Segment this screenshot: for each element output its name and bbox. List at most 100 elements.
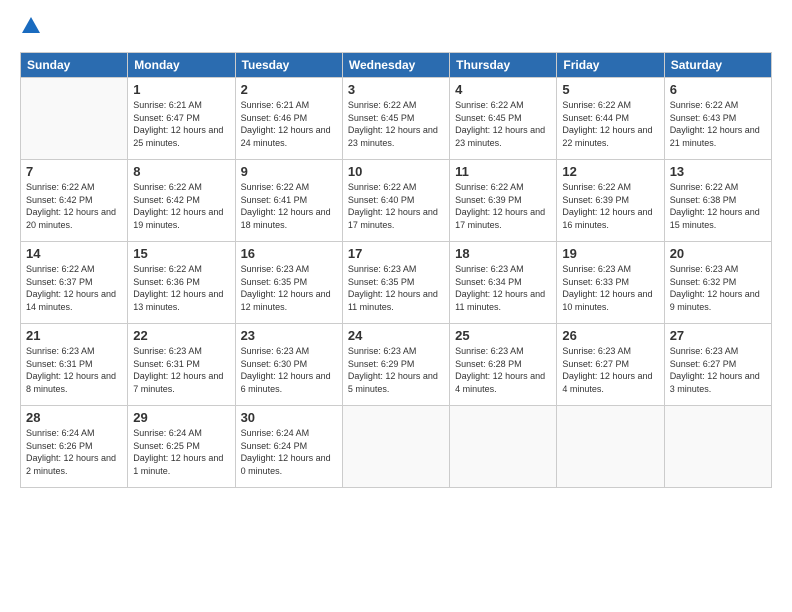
day-number: 9 (241, 164, 337, 179)
cell-info: Sunrise: 6:23 AM Sunset: 6:35 PM Dayligh… (348, 263, 444, 313)
day-number: 18 (455, 246, 551, 261)
day-number: 22 (133, 328, 229, 343)
col-tuesday: Tuesday (235, 53, 342, 78)
sunset-label: Sunset: 6:45 PM (348, 113, 415, 123)
calendar-cell: 1 Sunrise: 6:21 AM Sunset: 6:47 PM Dayli… (128, 78, 235, 160)
daylight-label: Daylight: 12 hours and 17 minutes. (348, 207, 438, 230)
daylight-label: Daylight: 12 hours and 13 minutes. (133, 289, 223, 312)
cell-info: Sunrise: 6:22 AM Sunset: 6:42 PM Dayligh… (26, 181, 122, 231)
cell-info: Sunrise: 6:22 AM Sunset: 6:43 PM Dayligh… (670, 99, 766, 149)
cell-info: Sunrise: 6:22 AM Sunset: 6:45 PM Dayligh… (455, 99, 551, 149)
daylight-label: Daylight: 12 hours and 7 minutes. (133, 371, 223, 394)
calendar-cell: 30 Sunrise: 6:24 AM Sunset: 6:24 PM Dayl… (235, 406, 342, 488)
calendar-cell (342, 406, 449, 488)
cell-info: Sunrise: 6:24 AM Sunset: 6:25 PM Dayligh… (133, 427, 229, 477)
sunrise-label: Sunrise: 6:22 AM (670, 100, 739, 110)
day-number: 6 (670, 82, 766, 97)
calendar-cell: 27 Sunrise: 6:23 AM Sunset: 6:27 PM Dayl… (664, 324, 771, 406)
daylight-label: Daylight: 12 hours and 23 minutes. (455, 125, 545, 148)
calendar-cell: 20 Sunrise: 6:23 AM Sunset: 6:32 PM Dayl… (664, 242, 771, 324)
logo (20, 15, 46, 42)
day-number: 3 (348, 82, 444, 97)
calendar-header-row: Sunday Monday Tuesday Wednesday Thursday… (21, 53, 772, 78)
sunrise-label: Sunrise: 6:23 AM (670, 264, 739, 274)
day-number: 20 (670, 246, 766, 261)
calendar-cell: 22 Sunrise: 6:23 AM Sunset: 6:31 PM Dayl… (128, 324, 235, 406)
daylight-label: Daylight: 12 hours and 16 minutes. (562, 207, 652, 230)
sunset-label: Sunset: 6:40 PM (348, 195, 415, 205)
sunrise-label: Sunrise: 6:22 AM (455, 100, 524, 110)
cell-info: Sunrise: 6:22 AM Sunset: 6:41 PM Dayligh… (241, 181, 337, 231)
sunset-label: Sunset: 6:35 PM (348, 277, 415, 287)
sunset-label: Sunset: 6:42 PM (133, 195, 200, 205)
cell-info: Sunrise: 6:22 AM Sunset: 6:39 PM Dayligh… (562, 181, 658, 231)
cell-info: Sunrise: 6:24 AM Sunset: 6:26 PM Dayligh… (26, 427, 122, 477)
sunrise-label: Sunrise: 6:22 AM (670, 182, 739, 192)
daylight-label: Daylight: 12 hours and 22 minutes. (562, 125, 652, 148)
cell-info: Sunrise: 6:23 AM Sunset: 6:34 PM Dayligh… (455, 263, 551, 313)
cell-info: Sunrise: 6:24 AM Sunset: 6:24 PM Dayligh… (241, 427, 337, 477)
col-wednesday: Wednesday (342, 53, 449, 78)
day-number: 30 (241, 410, 337, 425)
sunrise-label: Sunrise: 6:22 AM (455, 182, 524, 192)
day-number: 16 (241, 246, 337, 261)
cell-info: Sunrise: 6:23 AM Sunset: 6:27 PM Dayligh… (670, 345, 766, 395)
calendar-cell: 26 Sunrise: 6:23 AM Sunset: 6:27 PM Dayl… (557, 324, 664, 406)
day-number: 29 (133, 410, 229, 425)
calendar-cell: 29 Sunrise: 6:24 AM Sunset: 6:25 PM Dayl… (128, 406, 235, 488)
daylight-label: Daylight: 12 hours and 23 minutes. (348, 125, 438, 148)
sunset-label: Sunset: 6:35 PM (241, 277, 308, 287)
sunset-label: Sunset: 6:38 PM (670, 195, 737, 205)
sunrise-label: Sunrise: 6:23 AM (348, 346, 417, 356)
sunrise-label: Sunrise: 6:22 AM (562, 100, 631, 110)
daylight-label: Daylight: 12 hours and 24 minutes. (241, 125, 331, 148)
day-number: 25 (455, 328, 551, 343)
calendar-cell: 6 Sunrise: 6:22 AM Sunset: 6:43 PM Dayli… (664, 78, 771, 160)
page: Sunday Monday Tuesday Wednesday Thursday… (0, 0, 792, 612)
sunrise-label: Sunrise: 6:21 AM (241, 100, 310, 110)
sunset-label: Sunset: 6:36 PM (133, 277, 200, 287)
day-number: 24 (348, 328, 444, 343)
sunset-label: Sunset: 6:37 PM (26, 277, 93, 287)
calendar-table: Sunday Monday Tuesday Wednesday Thursday… (20, 52, 772, 488)
daylight-label: Daylight: 12 hours and 8 minutes. (26, 371, 116, 394)
daylight-label: Daylight: 12 hours and 9 minutes. (670, 289, 760, 312)
cell-info: Sunrise: 6:21 AM Sunset: 6:46 PM Dayligh… (241, 99, 337, 149)
col-sunday: Sunday (21, 53, 128, 78)
cell-info: Sunrise: 6:23 AM Sunset: 6:35 PM Dayligh… (241, 263, 337, 313)
day-number: 10 (348, 164, 444, 179)
sunrise-label: Sunrise: 6:22 AM (26, 264, 95, 274)
sunrise-label: Sunrise: 6:21 AM (133, 100, 202, 110)
col-thursday: Thursday (450, 53, 557, 78)
daylight-label: Daylight: 12 hours and 25 minutes. (133, 125, 223, 148)
sunrise-label: Sunrise: 6:23 AM (26, 346, 95, 356)
sunset-label: Sunset: 6:46 PM (241, 113, 308, 123)
sunset-label: Sunset: 6:44 PM (562, 113, 629, 123)
daylight-label: Daylight: 12 hours and 11 minutes. (348, 289, 438, 312)
sunset-label: Sunset: 6:27 PM (670, 359, 737, 369)
calendar-cell: 7 Sunrise: 6:22 AM Sunset: 6:42 PM Dayli… (21, 160, 128, 242)
sunset-label: Sunset: 6:39 PM (562, 195, 629, 205)
daylight-label: Daylight: 12 hours and 3 minutes. (670, 371, 760, 394)
col-monday: Monday (128, 53, 235, 78)
day-number: 27 (670, 328, 766, 343)
cell-info: Sunrise: 6:23 AM Sunset: 6:31 PM Dayligh… (26, 345, 122, 395)
calendar-week-row: 7 Sunrise: 6:22 AM Sunset: 6:42 PM Dayli… (21, 160, 772, 242)
daylight-label: Daylight: 12 hours and 4 minutes. (455, 371, 545, 394)
cell-info: Sunrise: 6:22 AM Sunset: 6:38 PM Dayligh… (670, 181, 766, 231)
sunset-label: Sunset: 6:33 PM (562, 277, 629, 287)
calendar-cell: 5 Sunrise: 6:22 AM Sunset: 6:44 PM Dayli… (557, 78, 664, 160)
sunset-label: Sunset: 6:32 PM (670, 277, 737, 287)
daylight-label: Daylight: 12 hours and 17 minutes. (455, 207, 545, 230)
col-saturday: Saturday (664, 53, 771, 78)
day-number: 15 (133, 246, 229, 261)
sunrise-label: Sunrise: 6:22 AM (26, 182, 95, 192)
sunset-label: Sunset: 6:47 PM (133, 113, 200, 123)
daylight-label: Daylight: 12 hours and 21 minutes. (670, 125, 760, 148)
daylight-label: Daylight: 12 hours and 19 minutes. (133, 207, 223, 230)
cell-info: Sunrise: 6:23 AM Sunset: 6:31 PM Dayligh… (133, 345, 229, 395)
calendar-week-row: 28 Sunrise: 6:24 AM Sunset: 6:26 PM Dayl… (21, 406, 772, 488)
day-number: 14 (26, 246, 122, 261)
daylight-label: Daylight: 12 hours and 4 minutes. (562, 371, 652, 394)
sunrise-label: Sunrise: 6:22 AM (348, 100, 417, 110)
